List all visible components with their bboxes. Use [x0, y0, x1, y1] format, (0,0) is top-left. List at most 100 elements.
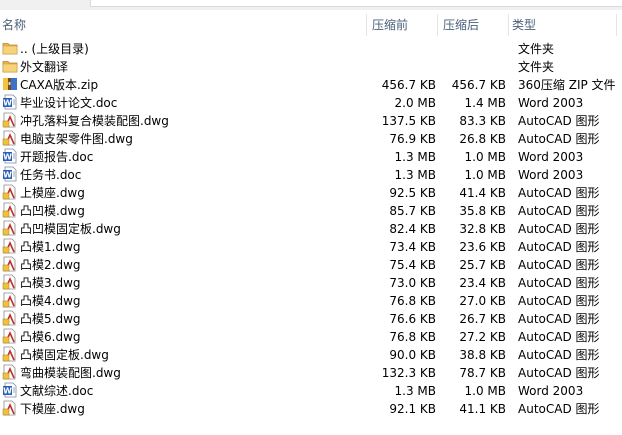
file-row[interactable]: 凸模5.dwg 76.6 KB 26.7 KB AutoCAD 图形 [0, 310, 622, 328]
word-icon: W [2, 382, 18, 398]
file-compressed-size: 23.6 KB [459, 240, 506, 254]
file-row[interactable]: 凸模3.dwg 73.0 KB 23.4 KB AutoCAD 图形 [0, 274, 622, 292]
file-type: AutoCAD 图形 [518, 114, 600, 128]
dwg-icon [2, 184, 18, 200]
dwg-icon [2, 274, 18, 290]
file-original-size: 92.5 KB [389, 186, 436, 200]
file-name-cell: 凸模4.dwg [2, 292, 370, 310]
file-row[interactable]: 凸模1.dwg 73.4 KB 23.6 KB AutoCAD 图形 [0, 238, 622, 256]
dwg-icon [2, 400, 18, 416]
file-original-size [368, 40, 436, 58]
file-type: AutoCAD 图形 [518, 366, 600, 380]
file-type: Word 2003 [518, 384, 584, 398]
file-row[interactable]: W 文献综述.doc 1.3 MB 1.0 MB Word 2003 [0, 382, 622, 400]
file-type: Word 2003 [518, 168, 584, 182]
file-type: AutoCAD 图形 [518, 258, 600, 272]
file-name-cell: W 文献综述.doc [2, 382, 370, 400]
file-row[interactable]: 电脑支架零件图.dwg 76.9 KB 26.8 KB AutoCAD 图形 [0, 130, 622, 148]
column-header-type[interactable]: 类型 [512, 10, 616, 40]
file-name: 任务书.doc [20, 168, 82, 182]
column-header-original-size[interactable]: 压缩前 [372, 10, 434, 40]
file-name: 凸模5.dwg [20, 312, 81, 326]
column-divider[interactable] [616, 14, 617, 36]
file-row[interactable]: W 任务书.doc 1.3 MB 1.0 MB Word 2003 [0, 166, 622, 184]
file-name-cell: 凸模2.dwg [2, 256, 370, 274]
file-name: 凸模4.dwg [20, 294, 81, 308]
file-compressed-size: 83.3 KB [459, 114, 506, 128]
file-type: AutoCAD 图形 [518, 402, 600, 416]
file-name-cell: 凸凹模固定板.dwg [2, 220, 370, 238]
address-bar-edge [90, 0, 622, 7]
column-header-compressed-size[interactable]: 压缩后 [443, 10, 505, 40]
file-name: 凸模3.dwg [20, 276, 81, 290]
file-compressed-size: 41.1 KB [459, 402, 506, 416]
file-name-cell: 凸模5.dwg [2, 310, 370, 328]
file-row[interactable]: 凸模2.dwg 75.4 KB 25.7 KB AutoCAD 图形 [0, 256, 622, 274]
file-original-size: 85.7 KB [389, 204, 436, 218]
file-row[interactable]: 上模座.dwg 92.5 KB 41.4 KB AutoCAD 图形 [0, 184, 622, 202]
dwg-icon [2, 202, 18, 218]
zip-icon [2, 76, 18, 92]
file-compressed-size: 26.8 KB [459, 132, 506, 146]
file-row[interactable]: 凸模固定板.dwg 90.0 KB 38.8 KB AutoCAD 图形 [0, 346, 622, 364]
column-divider[interactable] [508, 14, 509, 36]
file-original-size: 1.3 MB [394, 384, 436, 398]
file-compressed-size [438, 58, 506, 76]
file-name-cell: 下模座.dwg [2, 400, 370, 418]
file-name-cell: 凸凹模.dwg [2, 202, 370, 220]
file-type: AutoCAD 图形 [518, 294, 600, 308]
file-type: 文件夹 [518, 60, 555, 74]
file-compressed-size: 1.0 MB [464, 384, 506, 398]
column-header-name[interactable]: 名称 [2, 10, 362, 40]
file-compressed-size: 27.2 KB [459, 330, 506, 344]
word-icon: W [2, 166, 18, 182]
file-name-cell: 凸模1.dwg [2, 238, 370, 256]
file-row[interactable]: CAXA版本.zip 456.7 KB 456.7 KB 360压缩 ZIP 文件 [0, 76, 622, 94]
file-name-cell: .. (上级目录) [2, 40, 370, 58]
word-icon: W [2, 148, 18, 164]
file-compressed-size: 41.4 KB [459, 186, 506, 200]
dwg-icon [2, 238, 18, 254]
file-type: AutoCAD 图形 [518, 348, 600, 362]
file-row[interactable]: .. (上级目录) 文件夹 [0, 40, 622, 58]
file-type: AutoCAD 图形 [518, 312, 600, 326]
svg-text:W: W [3, 171, 12, 180]
file-row[interactable]: 凸凹模固定板.dwg 82.4 KB 32.8 KB AutoCAD 图形 [0, 220, 622, 238]
svg-text:W: W [3, 99, 12, 108]
file-name: 冲孔落料复合模装配图.dwg [20, 114, 169, 128]
file-name: .. (上级目录) [20, 42, 89, 56]
file-name-cell: 上模座.dwg [2, 184, 370, 202]
column-divider[interactable] [437, 14, 438, 36]
file-row[interactable]: 弯曲模装配图.dwg 132.3 KB 78.7 KB AutoCAD 图形 [0, 364, 622, 382]
file-row[interactable]: 凸凹模.dwg 85.7 KB 35.8 KB AutoCAD 图形 [0, 202, 622, 220]
word-icon: W [2, 94, 18, 110]
file-name: 开题报告.doc [20, 150, 94, 164]
file-type: AutoCAD 图形 [518, 186, 600, 200]
file-name: 外文翻译 [20, 60, 69, 74]
file-type: AutoCAD 图形 [518, 132, 600, 146]
file-original-size: 90.0 KB [389, 348, 436, 362]
file-name-cell: 弯曲模装配图.dwg [2, 364, 370, 382]
file-name-cell: W 毕业设计论文.doc [2, 94, 370, 112]
column-divider[interactable] [366, 14, 367, 36]
file-name-cell: 外文翻译 [2, 58, 370, 76]
file-row[interactable]: W 开题报告.doc 1.3 MB 1.0 MB Word 2003 [0, 148, 622, 166]
file-type: 360压缩 ZIP 文件 [518, 78, 616, 92]
file-compressed-size: 23.4 KB [459, 276, 506, 290]
file-name: 凸模固定板.dwg [20, 348, 109, 362]
folder-icon [2, 58, 18, 74]
file-compressed-size: 27.0 KB [459, 294, 506, 308]
file-name: 电脑支架零件图.dwg [20, 132, 133, 146]
file-name-cell: 冲孔落料复合模装配图.dwg [2, 112, 370, 130]
file-row[interactable]: W 毕业设计论文.doc 2.0 MB 1.4 MB Word 2003 [0, 94, 622, 112]
file-row[interactable]: 下模座.dwg 92.1 KB 41.1 KB AutoCAD 图形 [0, 400, 622, 418]
file-name-cell: 电脑支架零件图.dwg [2, 130, 370, 148]
dwg-icon [2, 328, 18, 344]
file-row[interactable]: 凸模4.dwg 76.8 KB 27.0 KB AutoCAD 图形 [0, 292, 622, 310]
file-row[interactable]: 凸模6.dwg 76.8 KB 27.2 KB AutoCAD 图形 [0, 328, 622, 346]
file-row[interactable]: 外文翻译 文件夹 [0, 58, 622, 76]
file-original-size: 456.7 KB [381, 78, 436, 92]
dwg-icon [2, 364, 18, 380]
file-row[interactable]: 冲孔落料复合模装配图.dwg 137.5 KB 83.3 KB AutoCAD 图形 [0, 112, 622, 130]
file-compressed-size: 1.4 MB [464, 96, 506, 110]
